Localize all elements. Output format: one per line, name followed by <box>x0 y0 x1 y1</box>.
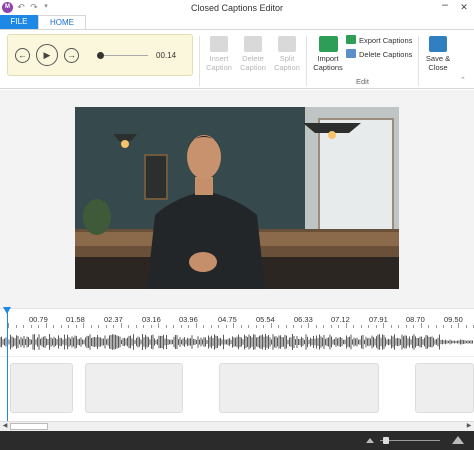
split-icon <box>278 36 296 52</box>
tick-label: 06.33 <box>294 315 313 324</box>
playback-progress-knob[interactable] <box>97 52 104 59</box>
zoom-in-icon[interactable] <box>452 436 464 444</box>
audio-waveform[interactable] <box>0 328 474 356</box>
group-label-edit: Edit <box>356 77 369 86</box>
insert-caption-icon <box>210 36 228 52</box>
timeline-ruler[interactable]: 00.79 01.58 02.37 03.16 03.96 04.75 05.5… <box>0 308 474 328</box>
tick-label: 09.50 <box>444 315 463 324</box>
tab-home[interactable]: HOME <box>38 15 86 30</box>
caption-block[interactable] <box>415 363 474 413</box>
export-icon <box>346 35 356 44</box>
playhead[interactable] <box>7 310 8 422</box>
import-captions-button[interactable]: Import Captions <box>310 34 346 82</box>
caption-track[interactable] <box>0 356 474 420</box>
trash-icon <box>244 36 262 52</box>
forward-button[interactable]: → <box>64 48 79 63</box>
play-button[interactable]: ▶ <box>36 44 58 66</box>
save-icon <box>429 36 447 52</box>
minimize-button[interactable]: – <box>438 0 452 13</box>
zoom-out-icon[interactable] <box>366 438 374 443</box>
collapse-ribbon-icon[interactable]: ⌃ <box>460 76 466 84</box>
title-bar: M ↶ ↷ ▾ Closed Captions Editor – ✕ <box>0 0 474 15</box>
scroll-left-icon[interactable]: ◀ <box>0 422 10 431</box>
close-button[interactable]: ✕ <box>457 1 471 13</box>
delete-captions-icon <box>346 49 356 58</box>
playback-progress-track[interactable] <box>100 55 148 56</box>
divider <box>418 36 419 86</box>
tick-label: 00.79 <box>29 315 48 324</box>
export-captions-button[interactable]: Export Captions <box>346 35 412 47</box>
divider <box>306 36 307 86</box>
video-frame[interactable] <box>75 107 399 289</box>
rewind-button[interactable]: ← <box>15 48 30 63</box>
ribbon-tabs: FILE HOME <box>0 15 474 30</box>
divider <box>199 36 200 86</box>
status-bar <box>0 431 474 450</box>
ribbon: ← ▶ → 00.14 Insert Caption Delete Captio… <box>0 29 474 89</box>
playhead-handle[interactable] <box>3 307 11 314</box>
scroll-thumb[interactable] <box>10 423 48 430</box>
delete-caption-button[interactable]: Delete Caption <box>235 34 271 82</box>
insert-caption-button[interactable]: Insert Caption <box>201 34 237 82</box>
caption-block[interactable] <box>10 363 73 413</box>
zoom-slider-knob[interactable] <box>383 437 389 444</box>
tab-file[interactable]: FILE <box>0 15 38 29</box>
current-time: 00.14 <box>156 51 177 60</box>
caption-block[interactable] <box>85 363 183 413</box>
tick-label: 02.37 <box>104 315 123 324</box>
scroll-right-icon[interactable]: ▶ <box>464 422 474 431</box>
tick-label: 01.58 <box>66 315 85 324</box>
import-icon <box>318 36 338 52</box>
player-controls: ← ▶ → 00.14 <box>7 34 193 76</box>
split-caption-button[interactable]: Split Caption <box>269 34 305 82</box>
video-viewer <box>0 90 474 308</box>
tick-label: 03.96 <box>179 315 198 324</box>
delete-captions-button[interactable]: Delete Captions <box>346 49 412 61</box>
zoom-slider-track[interactable] <box>380 440 440 441</box>
caption-block[interactable] <box>219 363 379 413</box>
tick-label: 07.91 <box>369 315 388 324</box>
save-close-button[interactable]: Save & Close <box>420 34 456 82</box>
window-title: Closed Captions Editor <box>190 3 284 13</box>
timeline-scrollbar[interactable]: ◀ ▶ <box>0 421 474 431</box>
